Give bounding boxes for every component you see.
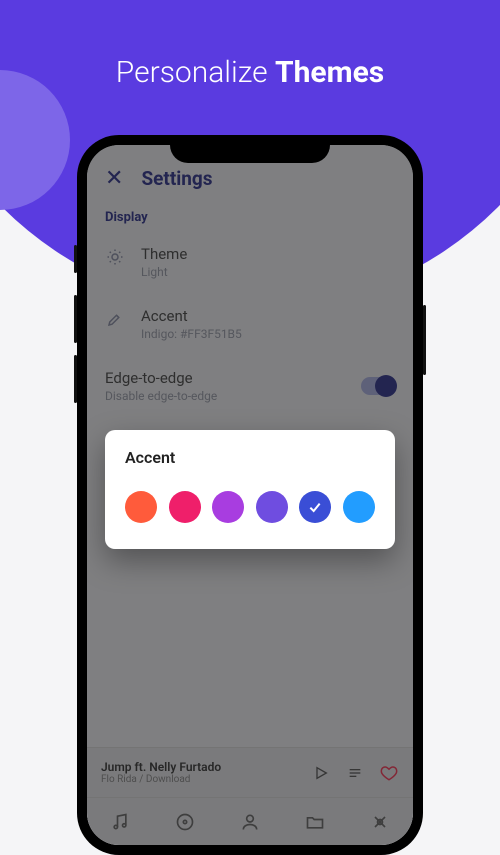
accent-swatch-1[interactable] (169, 491, 201, 523)
phone-mockup: ✕ Settings Display Theme Light Accent (77, 135, 423, 855)
accent-swatch-2[interactable] (212, 491, 244, 523)
hero-title-a: Personalize (116, 55, 268, 90)
accent-modal: Accent (105, 430, 395, 549)
accent-swatch-5[interactable] (343, 491, 375, 523)
accent-swatches (125, 491, 375, 523)
app-screen: ✕ Settings Display Theme Light Accent (87, 145, 413, 845)
phone-mute-switch (74, 245, 77, 273)
phone-notch (170, 135, 330, 163)
accent-modal-title: Accent (125, 448, 375, 467)
accent-swatch-0[interactable] (125, 491, 157, 523)
phone-volume-down (74, 355, 77, 403)
accent-swatch-4[interactable] (299, 491, 331, 523)
hero-title-b: Themes (275, 55, 384, 90)
accent-swatch-3[interactable] (256, 491, 288, 523)
phone-volume-up (74, 295, 77, 343)
phone-power-button (423, 305, 426, 375)
hero-title: Personalize Themes (0, 55, 500, 90)
